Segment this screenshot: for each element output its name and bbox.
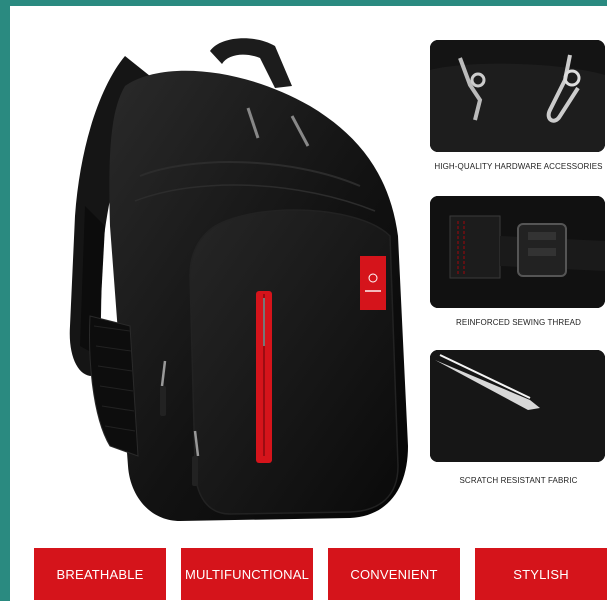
detail-stitching: REINFORCED SEWING THREAD — [430, 196, 607, 336]
feature-badge-multifunctional: MULTIFUNCTIONAL — [181, 548, 313, 600]
detail-caption: REINFORCED SEWING THREAD — [456, 318, 581, 327]
detail-fabric: SCRATCH RESISTANT FABRIC — [430, 350, 607, 490]
product-image-frame: HIGH-QUALITY HARDWARE ACCESSORIES REINFO… — [10, 6, 607, 601]
detail-caption: HIGH-QUALITY HARDWARE ACCESSORIES — [434, 162, 603, 171]
feature-badge-breathable: BREATHABLE — [34, 548, 166, 600]
scissors-fabric-icon — [430, 350, 605, 462]
feature-badge-stylish: STYLISH — [475, 548, 607, 600]
zipper-puller-icon — [430, 40, 605, 152]
strap-buckle-icon — [430, 196, 605, 308]
backpack-photo — [69, 38, 408, 522]
detail-caption: SCRATCH RESISTANT FABRIC — [459, 476, 578, 485]
feature-badge-convenient: CONVENIENT — [328, 548, 460, 600]
feature-badges: BREATHABLE MULTIFUNCTIONAL CONVENIENT ST… — [10, 548, 607, 600]
detail-hardware: HIGH-QUALITY HARDWARE ACCESSORIES — [430, 40, 607, 180]
